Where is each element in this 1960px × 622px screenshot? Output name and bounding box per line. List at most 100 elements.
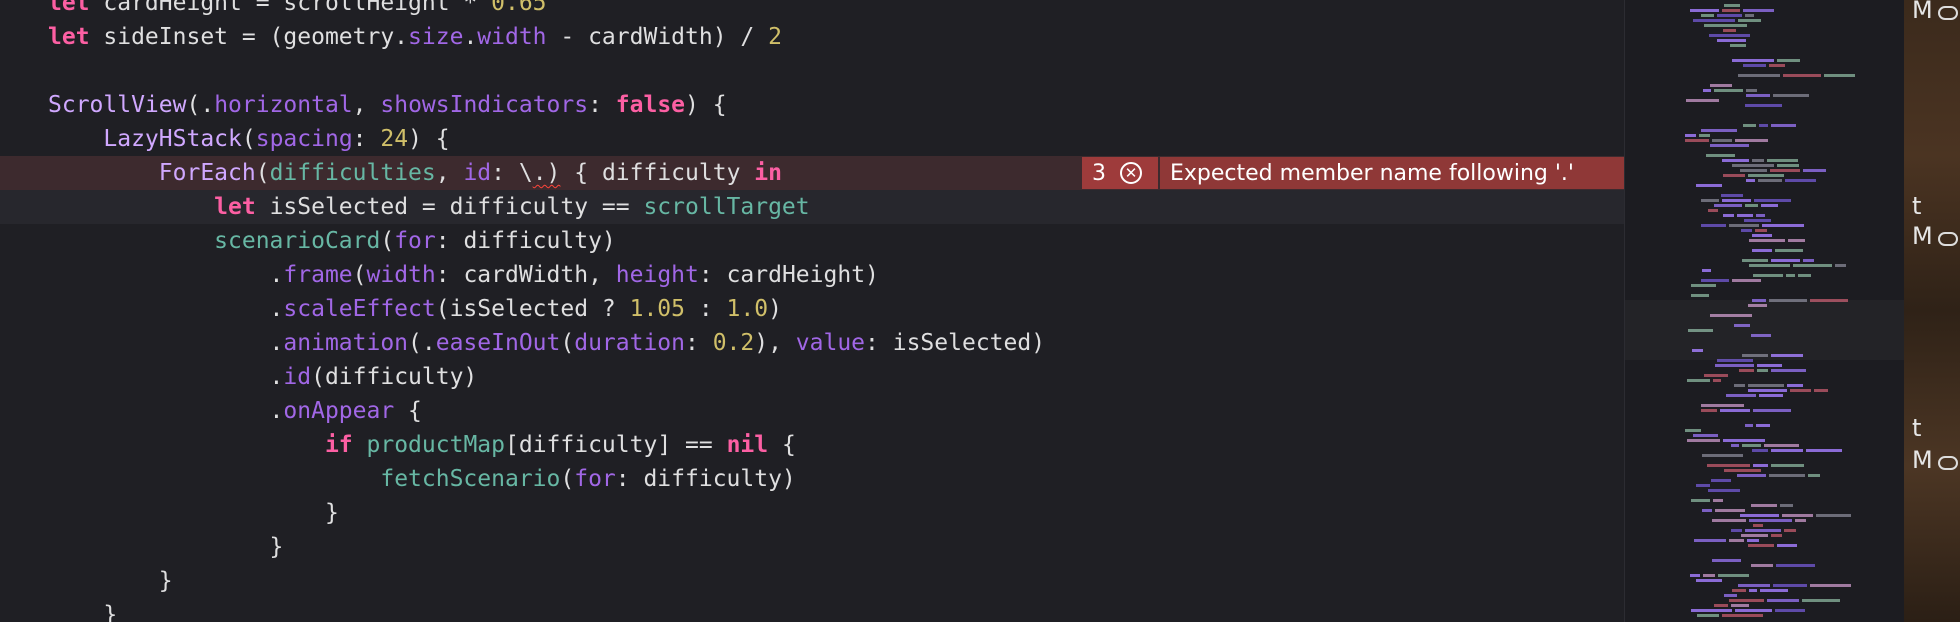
minimap-bar [1731,444,1739,447]
desktop-label: M [1912,222,1933,250]
minimap-bar [1690,9,1719,12]
minimap-bar [1743,124,1756,127]
minimap-bar [1732,59,1774,62]
minimap-bar [1755,229,1767,232]
minimap-bar [1724,469,1761,472]
minimap-bar [1729,224,1759,227]
code-line-13[interactable]: .onAppear { [0,394,1624,428]
minimap-bar [1786,274,1795,277]
minimap-bar [1691,499,1710,502]
minimap-bar [1701,409,1717,412]
error-count[interactable]: 3 ✕ [1082,157,1158,189]
minimap-bar [1787,384,1803,387]
minimap-bar [1749,264,1790,267]
minimap-bar [1715,509,1745,512]
minimap-bar [1726,394,1756,397]
minimap-bar [1748,389,1787,392]
minimap-bar [1690,574,1700,577]
error-annotation[interactable]: 3 ✕ Expected member name following '.' [1082,157,1624,189]
minimap-viewport [1625,300,1905,360]
minimap-bar [1711,479,1731,482]
minimap-bar [1745,104,1782,107]
desktop-label: t [1912,192,1922,220]
code-line-16[interactable]: } [0,496,1624,530]
minimap-bar [1737,214,1753,217]
error-message[interactable]: Expected member name following '.' [1160,157,1624,189]
minimap-bar [1782,514,1813,517]
desktop-label: M [1912,446,1933,474]
minimap-bar [1696,579,1722,582]
code-line-12[interactable]: .id(difficulty) [0,360,1624,394]
code-line-1[interactable]: let cardHeight = scrollHeight * 0.65 [0,0,1624,20]
minimap-bar [1723,214,1734,217]
minimap[interactable] [1624,0,1905,622]
minimap-bar [1746,94,1770,97]
minimap-bar [1708,489,1740,492]
minimap-bar [1738,74,1780,77]
code-line-current[interactable]: let isSelected = difficulty == scrollTar… [0,190,1624,224]
minimap-bar [1783,74,1821,77]
minimap-bar [1745,424,1753,427]
minimap-bar [1743,9,1774,12]
minimap-bar [1752,249,1772,252]
minimap-bar [1753,409,1791,412]
code-line-9[interactable]: .frame(width: cardWidth, height: cardHei… [0,258,1624,292]
minimap-bar [1735,139,1768,142]
minimap-bar [1741,534,1768,537]
minimap-bar [1694,539,1726,542]
minimap-bar [1767,599,1799,602]
minimap-bar [1723,439,1765,442]
minimap-bar [1701,14,1714,17]
minimap-bar [1771,534,1782,537]
code-line-10[interactable]: .scaleEffect(isSelected ? 1.05 : 1.0) [0,292,1624,326]
minimap-bar [1784,529,1796,532]
minimap-bar [1731,604,1749,607]
desktop-label: t [1912,414,1922,442]
minimap-bar [1756,214,1765,217]
minimap-bar [1790,389,1811,392]
minimap-bar [1713,379,1721,382]
minimap-bar [1685,429,1701,432]
minimap-bar [1773,584,1807,587]
error-count-label: 3 [1092,160,1106,186]
minimap-bar [1701,224,1726,227]
minimap-bar [1761,204,1778,207]
code-line-5[interactable]: LazyHStack(spacing: 24) { [0,122,1624,156]
desktop-label: M [1912,0,1933,24]
minimap-bar [1710,144,1749,147]
code-line-18[interactable]: } [0,564,1624,598]
minimap-bar [1712,139,1732,142]
code-line-19[interactable]: } [0,598,1624,622]
minimap-bar [1723,29,1736,32]
minimap-bar [1701,199,1719,202]
minimap-bar [1699,134,1710,137]
minimap-bar [1722,159,1749,162]
code-line-11[interactable]: .animation(.easeInOut(duration: 0.2), va… [0,326,1624,360]
code-line-8[interactable]: scenarioCard(for: difficulty) [0,224,1624,258]
minimap-bar [1717,14,1742,17]
minimap-bar [1722,614,1763,617]
minimap-bar [1738,584,1770,587]
minimap-bar [1704,374,1728,377]
code-line-4[interactable]: ScrollView(.horizontal, showsIndicators:… [0,88,1624,122]
minimap-bar [1691,284,1716,287]
minimap-bar [1764,444,1799,447]
minimap-bar [1771,369,1806,372]
minimap-bar [1737,474,1766,477]
code-line-2[interactable]: let sideInset = (geometry.size.width - c… [0,20,1624,54]
minimap-bar [1707,464,1750,467]
code-editor[interactable]: let cardHeight = scrollHeight * 0.65 let… [0,0,1624,622]
minimap-bar [1685,139,1709,142]
code-line-17[interactable]: } [0,530,1624,564]
minimap-bar [1687,439,1720,442]
minimap-bar [1773,94,1809,97]
minimap-bar [1701,404,1744,407]
minimap-bar [1795,519,1806,522]
minimap-bar [1771,259,1800,262]
minimap-bar [1754,199,1791,202]
minimap-bar [1803,259,1814,262]
code-line-14[interactable]: if productMap[difficulty] == nil { [0,428,1624,462]
minimap-bar [1703,574,1715,577]
code-line-15[interactable]: fetchScenario(for: difficulty) [0,462,1624,496]
minimap-bar [1697,614,1719,617]
